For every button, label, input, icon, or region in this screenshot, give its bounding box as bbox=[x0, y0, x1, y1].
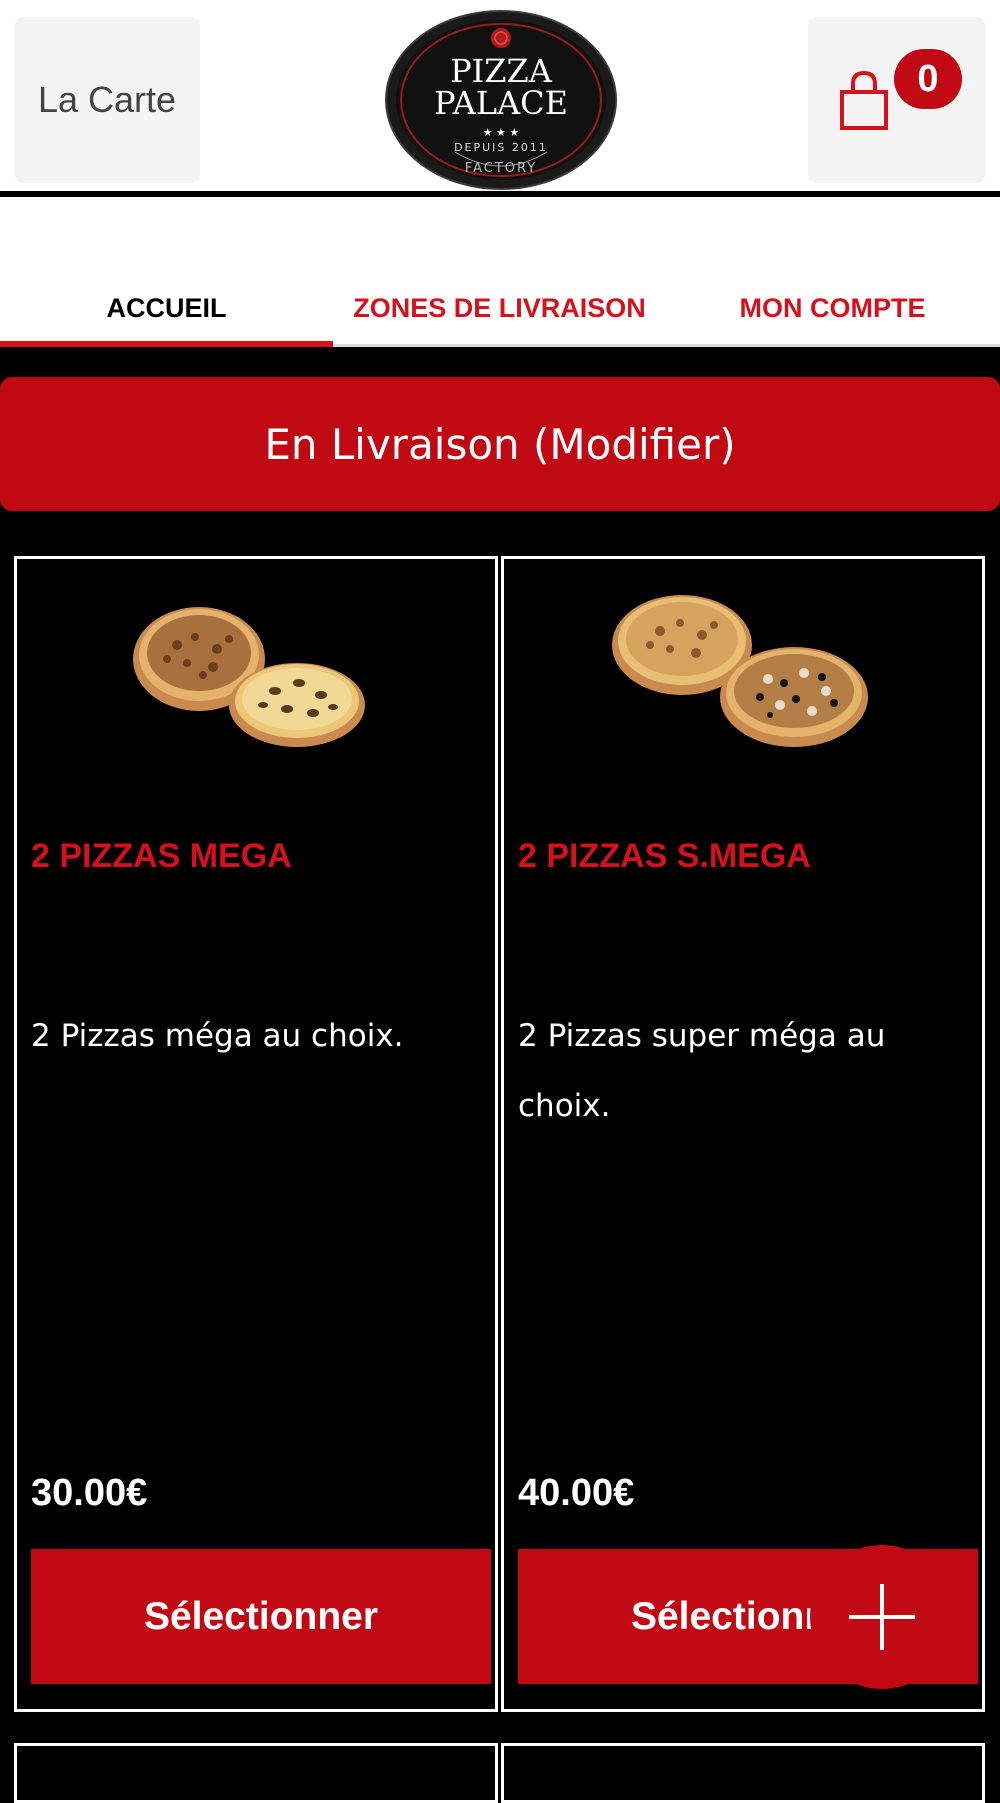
tab-mon-compte[interactable]: MON COMPTE bbox=[666, 197, 999, 344]
product-card: 2 PIZZAS S.MEGA 2 Pizzas super méga au c… bbox=[501, 556, 985, 1712]
tab-zones-de-livraison[interactable]: ZONES DE LIVRAISON bbox=[333, 197, 666, 344]
header: La Carte PIZZA PALACE ★ ★ ★ DEPUIS 2011 … bbox=[0, 0, 1000, 197]
logo-stars: ★ ★ ★ bbox=[483, 126, 520, 139]
delivery-mode-button[interactable]: En Livraison (Modifier) bbox=[0, 377, 1000, 511]
logo-factory: FACTORY bbox=[465, 161, 537, 176]
tab-label: MON COMPTE bbox=[739, 293, 926, 323]
select-button[interactable]: Sélectionner bbox=[31, 1549, 491, 1684]
menu-button[interactable]: La Carte bbox=[14, 17, 200, 183]
product-name: 2 PIZZAS MEGA bbox=[31, 837, 292, 875]
product-card: 2 PIZZAS MEGA 2 Pizzas méga au choix. 30… bbox=[14, 556, 498, 1712]
tab-label: ZONES DE LIVRAISON bbox=[353, 293, 646, 323]
delivery-mode-label: En Livraison (Modifier) bbox=[264, 419, 736, 469]
product-card-partial bbox=[14, 1743, 498, 1803]
logo-line2: PALACE bbox=[434, 84, 568, 122]
product-description: 2 Pizzas super méga au choix. bbox=[518, 1018, 886, 1124]
product-price: 30.00€ bbox=[31, 1472, 148, 1514]
cart-count-badge: 0 bbox=[894, 49, 962, 109]
product-image[interactable] bbox=[504, 579, 982, 749]
add-button[interactable] bbox=[810, 1545, 954, 1689]
product-price: 40.00€ bbox=[518, 1472, 635, 1514]
select-button-label: Sélectionner bbox=[143, 1594, 379, 1638]
nav-tabs: ACCUEIL ZONES DE LIVRAISON MON COMPTE bbox=[0, 197, 1000, 347]
logo-since: DEPUIS 2011 bbox=[454, 141, 548, 154]
menu-button-label: La Carte bbox=[37, 79, 177, 120]
tab-accueil[interactable]: ACCUEIL bbox=[0, 197, 333, 347]
tab-label: ACCUEIL bbox=[106, 293, 227, 323]
pizza-palace-logo[interactable]: PIZZA PALACE ★ ★ ★ DEPUIS 2011 FACTORY bbox=[385, 10, 617, 190]
shopping-bag-icon bbox=[840, 70, 888, 130]
cart-button[interactable]: 0 bbox=[808, 17, 986, 183]
product-name: 2 PIZZAS S.MEGA bbox=[518, 837, 811, 875]
product-image[interactable] bbox=[17, 579, 495, 749]
plus-icon bbox=[849, 1584, 915, 1650]
product-description: 2 Pizzas méga au choix. bbox=[31, 1018, 404, 1054]
product-card-partial bbox=[501, 1743, 985, 1803]
